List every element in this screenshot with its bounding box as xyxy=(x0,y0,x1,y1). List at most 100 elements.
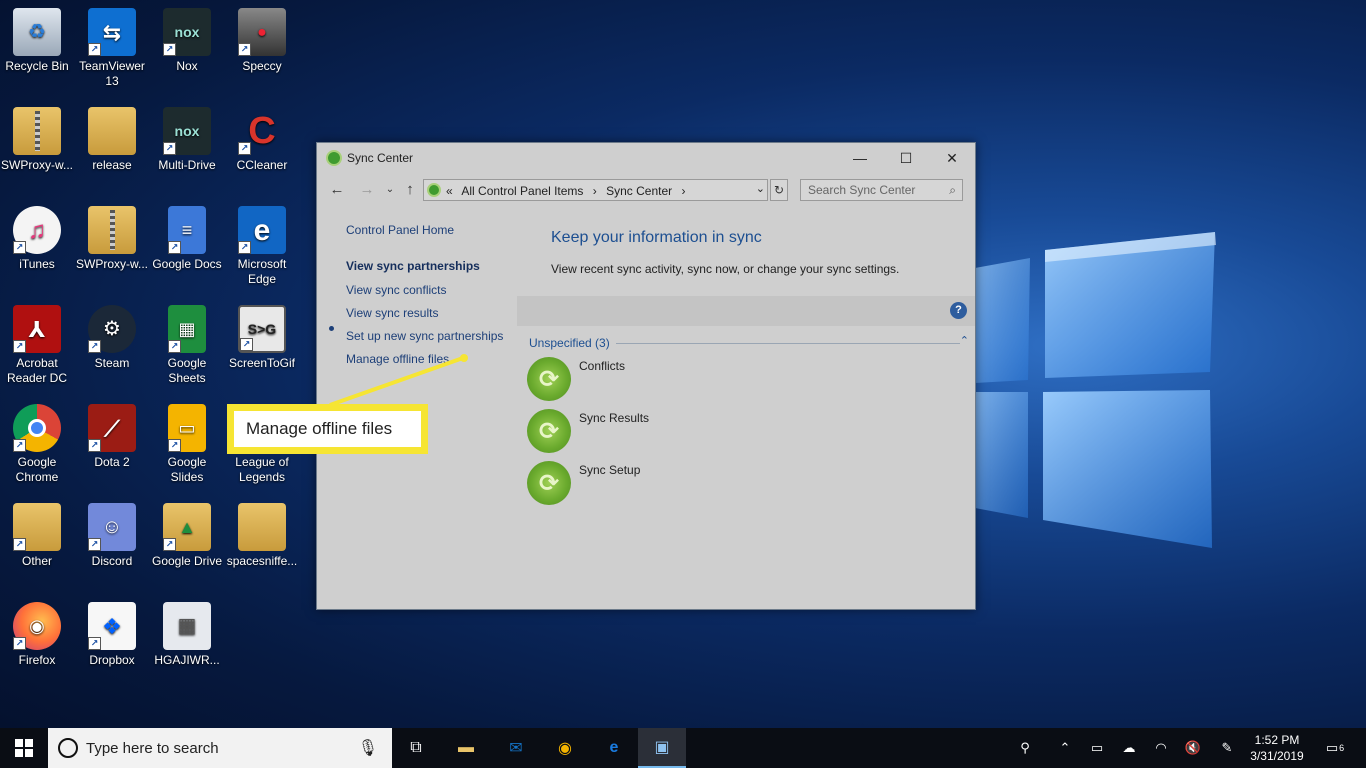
nox-icon[interactable]: nox ↗ Nox xyxy=(150,8,224,74)
back-arrow-icon[interactable]: ← xyxy=(327,180,347,200)
forward-arrow-icon[interactable]: → xyxy=(357,180,377,200)
teamviewer-icon[interactable]: ⇆ ↗ TeamViewer 13 xyxy=(75,8,149,89)
google-docs-icon[interactable]: ≡ ↗ Google Docs xyxy=(150,206,224,272)
desktop-icon-label: Speccy xyxy=(242,59,282,73)
show-hidden-icons-chevron-icon[interactable]: ⌃ xyxy=(1050,728,1080,768)
desktop-icon-label: Google Drive xyxy=(151,554,223,568)
sync-icon: ⟳ xyxy=(527,409,571,453)
recent-locations-chevron-icon[interactable]: ⌄ xyxy=(380,180,400,200)
other-folder-icon[interactable]: ↗ Other xyxy=(0,503,74,569)
nav-control-panel-home[interactable]: Control Panel Home xyxy=(346,223,454,237)
dropbox-icon[interactable]: ❖ ↗ Dropbox xyxy=(75,602,149,668)
minimize-button[interactable]: — xyxy=(837,143,883,173)
taskbar-clock[interactable]: 1:52 PM 3/31/2019 xyxy=(1246,732,1308,764)
battery-icon[interactable]: ▭ xyxy=(1082,728,1112,768)
edge-taskbar-icon[interactable]: e xyxy=(590,728,638,768)
ccleaner-icon[interactable]: C ↗ CCleaner xyxy=(225,107,299,173)
recycle-bin-icon[interactable]: ♻ Recycle Bin xyxy=(0,8,74,74)
breadcrumb-sync-center[interactable]: Sync Center xyxy=(606,184,672,198)
release-folder-icon[interactable]: release xyxy=(75,107,149,173)
breadcrumb-separator[interactable]: › xyxy=(681,184,685,198)
google-drive-icon[interactable]: ▲ ↗ Google Drive xyxy=(150,503,224,569)
desktop-icon-label: Nox xyxy=(176,59,198,73)
collapse-chevron-icon[interactable]: ⌃ xyxy=(960,334,969,347)
google-sheets-icon[interactable]: ▦ ↗ Google Sheets xyxy=(150,305,224,386)
desktop-icon-label: SWProxy-w... xyxy=(0,158,73,172)
microsoft-edge-icon[interactable]: e ↗ Microsoft Edge xyxy=(225,206,299,287)
sync-item-sync-results[interactable]: ⟳ Sync Results xyxy=(527,409,827,457)
sync-item-conflicts[interactable]: ⟳ Conflicts xyxy=(527,357,827,405)
desktop-icon-label: Google Chrome xyxy=(15,455,59,484)
nav-view-sync-partnerships[interactable]: View sync partnerships xyxy=(346,259,480,273)
desktop-icon-label: release xyxy=(92,158,132,172)
spacesniffer-folder-icon[interactable]: spacesniffe... xyxy=(225,503,299,569)
desktop-icon-label: SWProxy-w... xyxy=(75,257,148,271)
nav-view-sync-results[interactable]: View sync results xyxy=(346,306,438,320)
sync-center-window: Sync Center — ☐ ✕ ← → ⌄ ↑ « All Control … xyxy=(316,142,976,610)
address-bar[interactable]: « All Control Panel Items › Sync Center … xyxy=(423,179,768,201)
people-icon[interactable]: ⚲ xyxy=(1010,728,1040,768)
sync-icon: ⟳ xyxy=(527,357,571,401)
nav-set-up-new-sync-partnerships[interactable]: Set up new sync partnerships xyxy=(346,329,503,343)
screentogif-icon[interactable]: S>G ↗ ScreenToGif xyxy=(225,305,299,371)
group-label: Unspecified (3) xyxy=(529,336,616,350)
google-slides-icon[interactable]: ▭ ↗ Google Slides xyxy=(150,404,224,485)
sync-item-label: Conflicts xyxy=(579,359,626,373)
swproxy-zip-icon[interactable]: SWProxy-w... xyxy=(75,206,149,272)
taskbar-search-input[interactable] xyxy=(86,736,356,760)
firefox-icon[interactable]: ◉ ↗ Firefox xyxy=(0,602,74,668)
address-dropdown-chevron-icon[interactable]: ⌄ xyxy=(756,182,765,195)
volume-muted-icon[interactable]: 🔇 xyxy=(1178,728,1208,768)
sync-center-icon xyxy=(427,183,441,197)
search-input[interactable] xyxy=(801,180,941,200)
wifi-icon[interactable]: ◠ xyxy=(1146,728,1176,768)
sync-item-sync-setup[interactable]: ⟳ Sync Setup xyxy=(527,461,827,509)
group-header[interactable]: Unspecified (3) ⌃ xyxy=(529,334,969,352)
microphone-icon[interactable]: 🎙 xyxy=(358,738,378,758)
chrome-taskbar-icon[interactable]: ◉ xyxy=(541,728,589,768)
discord-icon[interactable]: ☺ ↗ Discord xyxy=(75,503,149,569)
start-button[interactable] xyxy=(0,728,48,768)
file-explorer-icon[interactable]: ▬ xyxy=(442,728,490,768)
task-view-icon[interactable]: ⧉ xyxy=(392,728,440,768)
search-box[interactable]: ⌕ xyxy=(800,179,963,201)
desktop-icon-label: Google Sheets xyxy=(167,356,207,385)
outlook-icon[interactable]: ✉ xyxy=(492,728,540,768)
callout-box: Manage offline files xyxy=(227,404,428,454)
nav-view-sync-conflicts[interactable]: View sync conflicts xyxy=(346,283,446,297)
desktop-icon-label: Google Slides xyxy=(167,455,207,484)
help-icon[interactable]: ? xyxy=(950,302,967,319)
multi-drive-icon[interactable]: nox ↗ Multi-Drive xyxy=(150,107,224,173)
desktop-icon-label: Multi-Drive xyxy=(158,158,216,172)
nav-manage-offline-files[interactable]: Manage offline files xyxy=(346,352,449,366)
search-icon[interactable]: ⌕ xyxy=(949,183,956,198)
taskbar-search[interactable]: 🎙 xyxy=(48,728,392,768)
breadcrumb-separator[interactable]: › xyxy=(593,184,597,198)
breadcrumb: « All Control Panel Items › Sync Center … xyxy=(446,184,691,198)
acrobat-reader-icon[interactable]: ⅄ ↗ Acrobat Reader DC xyxy=(0,305,74,386)
dota-2-icon[interactable]: ⟋ ↗ Dota 2 xyxy=(75,404,149,470)
breadcrumb-overflow[interactable]: « xyxy=(446,184,453,198)
itunes-icon[interactable]: ♫ ↗ iTunes xyxy=(0,206,74,272)
control-panel-taskbar-icon[interactable]: ▣ xyxy=(638,728,686,768)
swproxy-zip-icon[interactable]: SWProxy-w... xyxy=(0,107,74,173)
onedrive-icon[interactable]: ☁ xyxy=(1114,728,1144,768)
breadcrumb-all-control-panel-items[interactable]: All Control Panel Items xyxy=(461,184,583,198)
taskbar: 🎙 ⧉ ▬ ✉ ◉ e ▣ ⚲ ⌃ ▭ ☁ ◠ 🔇 ✎ 1:52 PM 3/31… xyxy=(0,728,1366,768)
navigation-bar: ← → ⌄ ↑ « All Control Panel Items › Sync… xyxy=(317,177,977,203)
command-toolbar: ? xyxy=(517,296,975,326)
close-button[interactable]: ✕ xyxy=(929,143,975,173)
pen-icon[interactable]: ✎ xyxy=(1212,728,1242,768)
title-bar[interactable]: Sync Center — ☐ ✕ xyxy=(317,143,975,173)
up-arrow-icon[interactable]: ↑ xyxy=(400,180,420,200)
page-title: Keep your information in sync xyxy=(551,229,762,246)
action-center-icon[interactable]: ▭ 6 xyxy=(1320,728,1350,768)
google-chrome-icon[interactable]: ↗ Google Chrome xyxy=(0,404,74,485)
sync-item-label: Sync Results xyxy=(579,411,650,425)
calendar-file-icon[interactable]: ▦ HGAJIWR... xyxy=(150,602,224,668)
speccy-icon[interactable]: ● ↗ Speccy xyxy=(225,8,299,74)
main-content: Keep your information in sync View recen… xyxy=(517,205,975,609)
steam-icon[interactable]: ⚙ ↗ Steam xyxy=(75,305,149,371)
refresh-icon[interactable]: ↻ xyxy=(770,179,788,201)
maximize-button[interactable]: ☐ xyxy=(883,143,929,173)
